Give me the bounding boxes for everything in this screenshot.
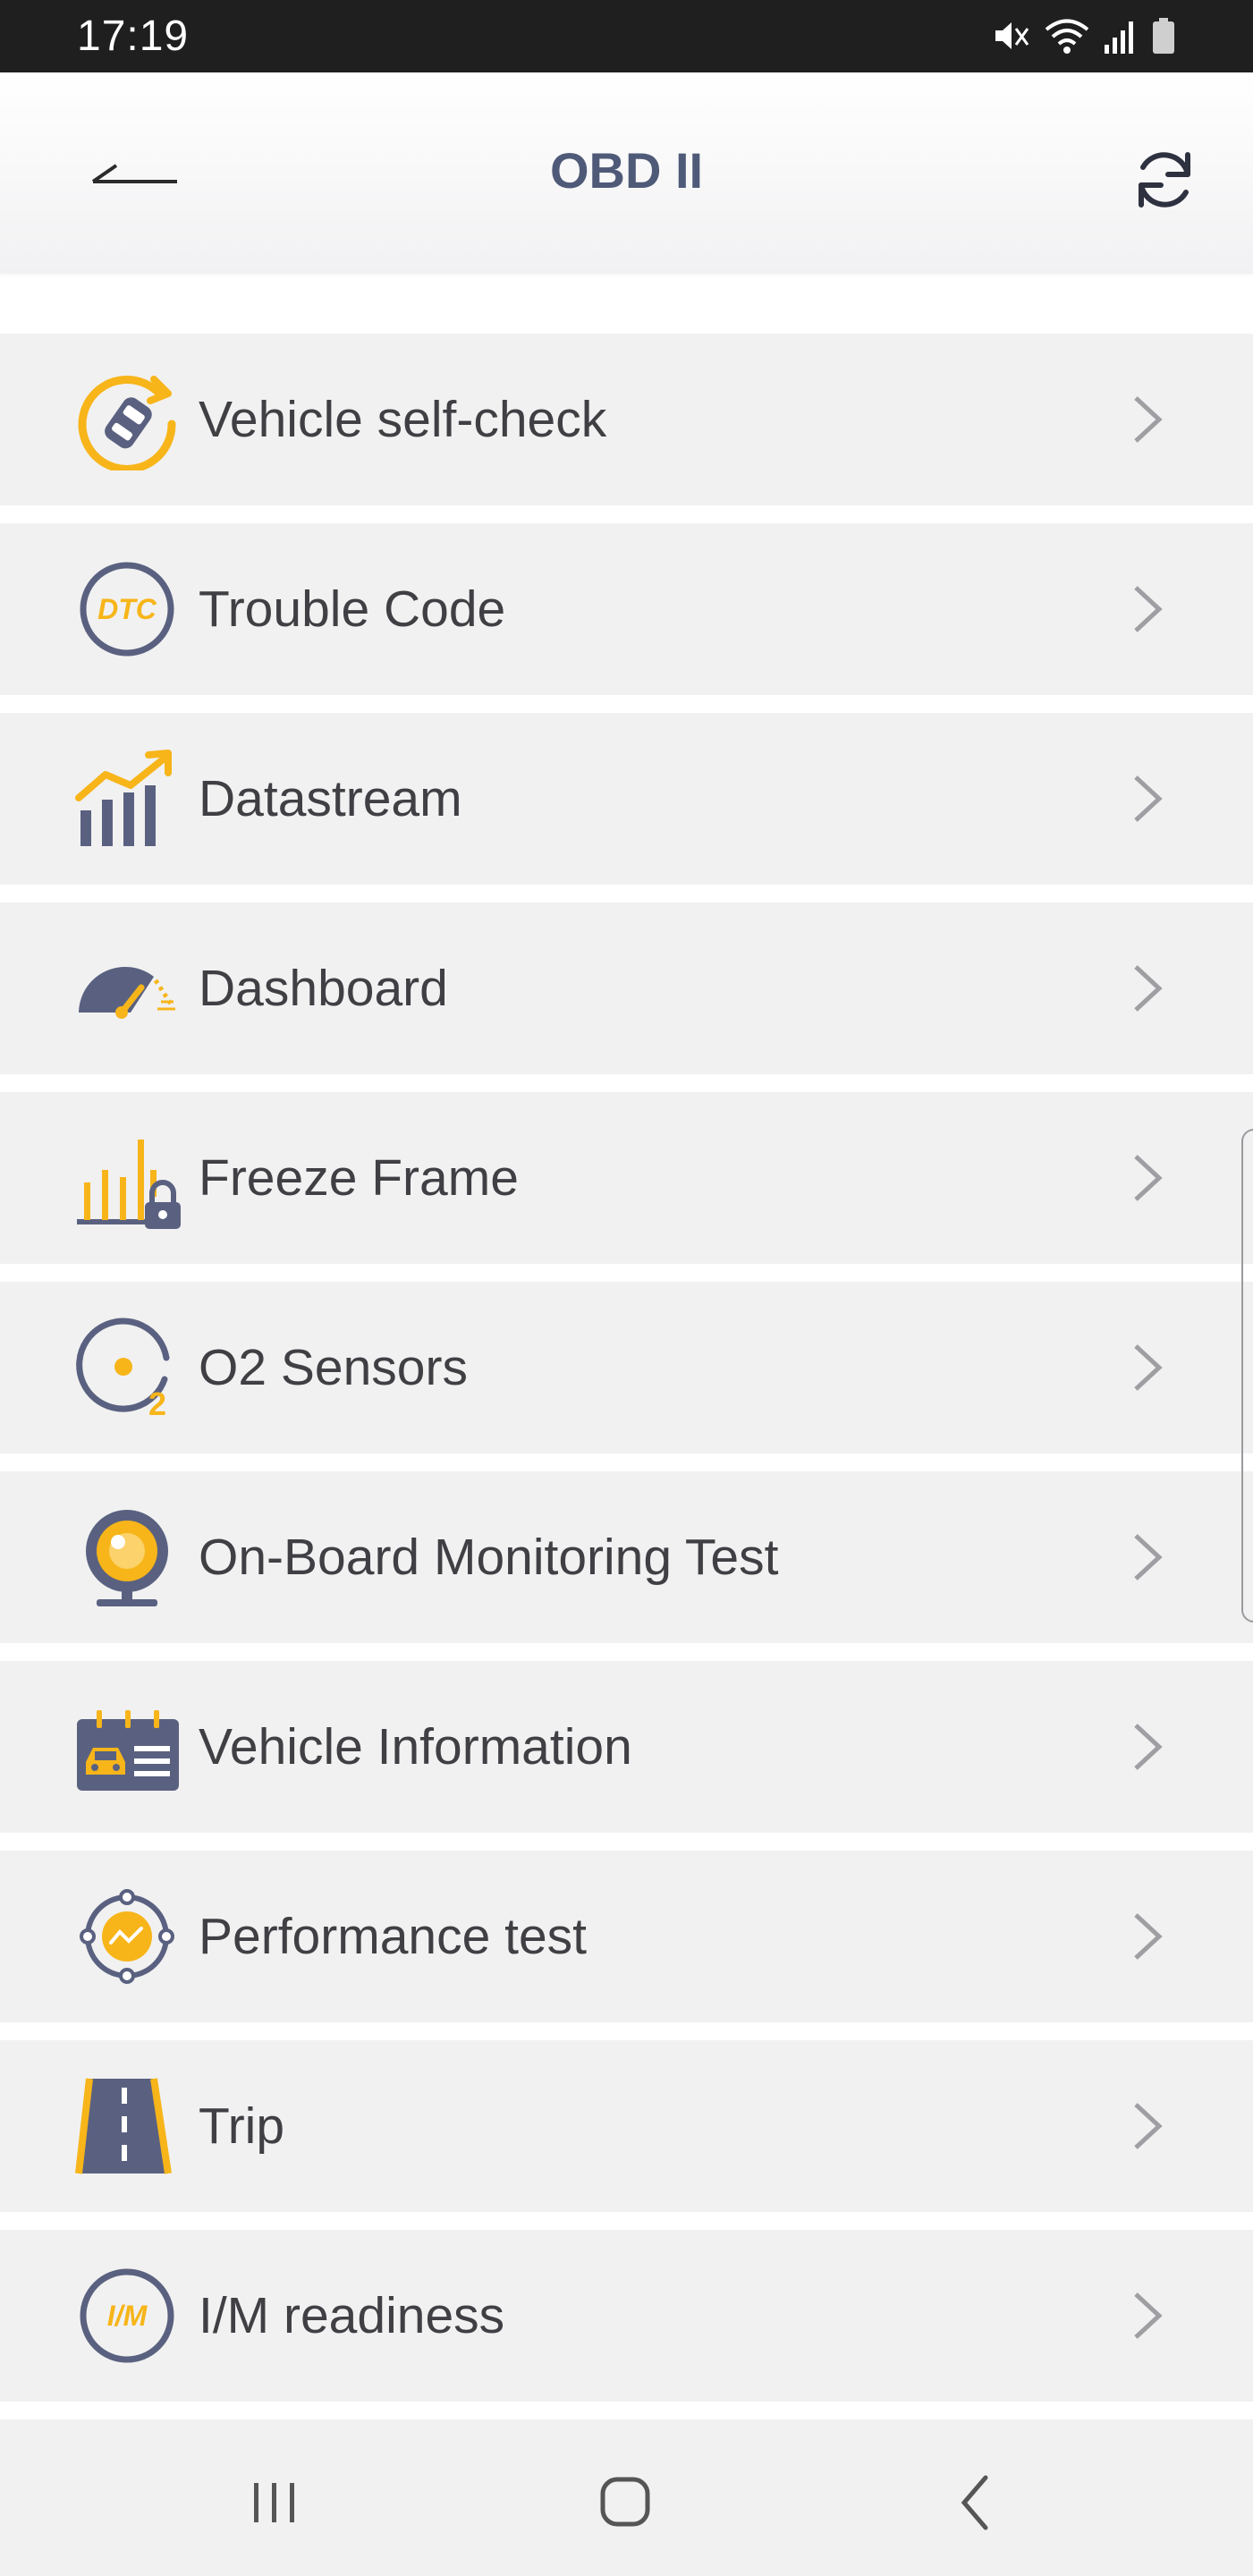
menu-item-label: On-Board Monitoring Test (199, 1529, 779, 1586)
battery-icon (1153, 18, 1174, 54)
menu-item-label: Dashboard (199, 960, 448, 1017)
menu-item-label: Datastream (199, 770, 462, 827)
datastream-chart-icon (75, 750, 172, 846)
menu-item-trouble-code[interactable]: DTC Trouble Code (0, 523, 1253, 695)
chevron-right-icon (1134, 775, 1163, 822)
vehicle-info-card-icon (77, 1710, 179, 1791)
chevron-right-icon (1134, 1724, 1163, 1770)
signal-icon (1105, 21, 1133, 54)
menu-item-label: Vehicle Information (199, 1718, 632, 1775)
chevron-right-icon (1134, 586, 1163, 632)
menu-item-o2-sensors[interactable]: 2 O2 Sensors (0, 1282, 1253, 1453)
dtc-icon-text: DTC (97, 593, 157, 625)
mute-icon (995, 22, 1029, 49)
freeze-frame-icon (77, 1140, 181, 1229)
chevron-right-icon (1134, 965, 1163, 1012)
arrow-left-icon[interactable] (86, 144, 184, 198)
menu-item-label: Freeze Frame (199, 1149, 519, 1207)
o2-sensor-icon: 2 (76, 1318, 170, 1419)
chevron-right-icon (1134, 396, 1163, 443)
refresh-icon[interactable] (1129, 144, 1200, 216)
menu-item-freeze-frame[interactable]: Freeze Frame (0, 1092, 1253, 1264)
menu-item-label: I/M readiness (199, 2287, 505, 2344)
performance-test-icon (80, 1889, 174, 1984)
scroll-indicator[interactable] (1241, 1129, 1253, 1623)
chevron-right-icon (1134, 1344, 1163, 1391)
menu-item-im-readiness[interactable]: I/M I/M readiness (0, 2230, 1253, 2402)
menu-item-label: Vehicle self-check (199, 391, 607, 448)
chevron-right-icon (1134, 1913, 1163, 1960)
road-icon (75, 2078, 172, 2174)
dtc-icon: DTC (80, 562, 174, 657)
menu-item-trip[interactable]: Trip (0, 2040, 1253, 2212)
menu-item-performance-test[interactable]: Performance test (0, 1851, 1253, 2022)
nav-back-icon[interactable] (936, 2467, 1016, 2538)
o2-icon-text: 2 (148, 1385, 166, 1419)
monitoring-camera-icon (86, 1510, 168, 1606)
page-title: OBD II (549, 142, 704, 199)
menu-item-vehicle-information[interactable]: Vehicle Information (0, 1661, 1253, 1833)
chevron-right-icon (1134, 1534, 1163, 1580)
menu-item-label: Performance test (199, 1908, 588, 1965)
menu-item-label: Trouble Code (199, 580, 506, 638)
menu-item-vehicle-self-check[interactable]: Vehicle self-check (0, 334, 1253, 505)
home-icon[interactable] (585, 2467, 665, 2538)
menu-item-dashboard[interactable]: Dashboard (0, 902, 1253, 1074)
chevron-right-icon (1134, 1155, 1163, 1201)
status-bar: 17:19 (0, 0, 1253, 72)
im-icon-text: I/M (107, 2300, 148, 2332)
vehicle-self-check-icon (78, 376, 176, 470)
navigation-bar (0, 2422, 1253, 2576)
menu-item-label: O2 Sensors (199, 1339, 468, 1396)
menu-item-datastream[interactable]: Datastream (0, 713, 1253, 885)
chevron-right-icon (1134, 2103, 1163, 2149)
status-time: 17:19 (77, 13, 190, 60)
app-header: OBD II (0, 72, 1253, 274)
recents-icon[interactable] (234, 2467, 315, 2538)
menu-item-on-board-monitoring-test[interactable]: On-Board Monitoring Test (0, 1471, 1253, 1643)
speedometer-icon (79, 966, 175, 1019)
chevron-right-icon (1134, 2292, 1163, 2339)
im-readiness-icon: I/M (80, 2268, 174, 2363)
wifi-icon (1045, 19, 1089, 54)
menu-item-label: Trip (199, 2097, 285, 2155)
